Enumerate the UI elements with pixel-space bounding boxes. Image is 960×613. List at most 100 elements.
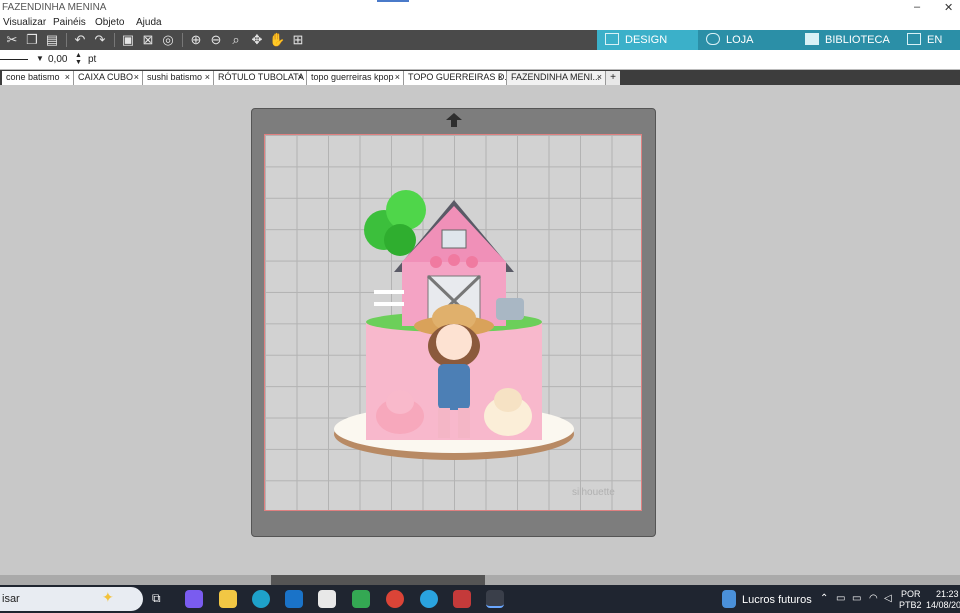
zoom-in-icon[interactable]: ⊕ <box>188 32 204 48</box>
girl-overalls <box>438 364 470 410</box>
girl-boot <box>438 408 450 438</box>
paste-icon[interactable]: ▤ <box>44 32 60 48</box>
tab-store[interactable]: LOJA <box>698 30 797 50</box>
girl-face <box>436 324 472 360</box>
pan-icon[interactable]: ✋ <box>269 32 285 48</box>
store-app-icon[interactable] <box>318 590 336 608</box>
doc-tab[interactable]: topo guerreiras kpop × <box>307 71 404 85</box>
fence-rail <box>374 302 404 306</box>
barn-window <box>441 229 467 249</box>
doc-tab-label: TOPO GUERREIRAS D... <box>408 72 507 82</box>
winrar-icon[interactable] <box>453 590 471 608</box>
property-bar: ▼ 0,00 ▲ ▼ pt <box>0 50 960 70</box>
menu-paineis[interactable]: Painéis <box>53 17 86 28</box>
move-icon[interactable]: ✥ <box>249 32 265 48</box>
tab-library-label: BIBLIOTECA <box>825 34 890 46</box>
file-explorer-icon[interactable] <box>219 590 237 608</box>
library-icon <box>805 33 819 45</box>
menu-visualizar[interactable]: Visualizar <box>3 17 46 28</box>
farm-cake-artwork[interactable] <box>330 180 578 466</box>
keyboard-layout[interactable]: PTB2 <box>899 600 922 610</box>
tab-library[interactable]: BIBLIOTECA <box>797 30 899 50</box>
rose-icon <box>448 254 460 266</box>
clock-time[interactable]: 21:23 <box>936 589 959 599</box>
task-view-icon[interactable]: ⧉ <box>152 591 161 606</box>
ungroup-icon[interactable]: ⊠ <box>140 32 156 48</box>
doc-tab-label: RÓTULO TUBOLATA <box>218 72 305 82</box>
news-widget-icon[interactable] <box>722 590 736 608</box>
tray-chevron-icon[interactable]: ⌃ <box>820 593 828 604</box>
doc-tab[interactable]: CAIXA CUBO × <box>74 71 143 85</box>
girl-boot <box>458 408 470 438</box>
zoom-out-icon[interactable]: ⊖ <box>208 32 224 48</box>
tree-foliage <box>386 190 426 230</box>
rose-icon <box>430 256 442 268</box>
close-tab-icon[interactable]: × <box>205 71 210 84</box>
store-icon <box>706 33 720 45</box>
line-width-unit: pt <box>88 54 97 65</box>
window-title: FAZENDINHA MENINA <box>2 2 107 13</box>
tray-app-icon[interactable]: ▭ <box>836 593 845 604</box>
toolbar-divider <box>182 33 183 47</box>
select-icon[interactable]: ◎ <box>160 32 176 48</box>
language-indicator[interactable]: POR <box>901 589 921 599</box>
close-tab-icon[interactable]: × <box>597 71 602 84</box>
add-tab-button[interactable]: + <box>606 71 620 85</box>
copy-icon[interactable]: ❐ <box>24 32 40 48</box>
doc-tab-label: FAZENDINHA MENI... <box>511 72 601 82</box>
copilot-app-icon[interactable] <box>185 590 203 608</box>
close-tab-icon[interactable]: × <box>65 71 70 84</box>
close-tab-icon[interactable]: × <box>298 71 303 84</box>
line-width-input[interactable]: 0,00 <box>48 54 67 65</box>
watering-can-icon <box>496 298 524 320</box>
undo-icon[interactable]: ↶ <box>72 32 88 48</box>
drive-icon[interactable] <box>352 590 370 608</box>
close-button[interactable]: ✕ <box>944 1 953 14</box>
news-widget-text[interactable]: Lucros futuros <box>742 594 812 606</box>
clock-date[interactable]: 14/08/202 <box>926 600 960 610</box>
chrome-icon[interactable] <box>386 590 404 608</box>
menu-ajuda[interactable]: Ajuda <box>136 17 162 28</box>
line-width-stepper[interactable]: ▲ ▼ <box>75 52 82 66</box>
line-style-preview <box>0 59 28 60</box>
silhouette-watermark: silhouette <box>572 487 615 498</box>
edge-icon[interactable] <box>252 590 270 608</box>
copilot-sparkle-icon[interactable]: ✦ <box>102 589 114 606</box>
tab-send[interactable]: EN <box>899 30 960 50</box>
zoom-fit-icon[interactable]: ⌕ <box>228 32 244 48</box>
scrollbar-thumb[interactable] <box>271 575 485 585</box>
add-page-icon[interactable]: ⊞ <box>290 32 306 48</box>
cut-icon[interactable]: ✂ <box>4 32 20 48</box>
tree-foliage <box>384 224 416 256</box>
menu-objeto[interactable]: Objeto <box>95 17 124 28</box>
rose-icon <box>466 256 478 268</box>
document-tabs: cone batismo × CAIXA CUBO × sushi batismo ×… <box>0 70 960 85</box>
taskbar-search[interactable]: isar <box>0 587 143 611</box>
title-accent <box>377 0 409 2</box>
doc-tab-active[interactable]: FAZENDINHA MENI... × <box>507 71 606 85</box>
tab-design[interactable]: DESIGN <box>597 30 698 50</box>
volume-icon[interactable]: ◁ <box>884 593 892 604</box>
minimize-button[interactable]: – <box>914 1 920 13</box>
outlook-icon[interactable] <box>285 590 303 608</box>
fence-icon <box>374 290 404 294</box>
group-icon[interactable]: ▣ <box>120 32 136 48</box>
doc-tab-label: topo guerreiras kpop <box>311 72 394 82</box>
doc-tab[interactable]: TOPO GUERREIRAS D... × <box>404 71 507 85</box>
close-tab-icon[interactable]: × <box>395 71 400 84</box>
line-style-dropdown[interactable]: ▼ <box>36 54 44 63</box>
tab-design-label: DESIGN <box>625 34 668 46</box>
close-tab-icon[interactable]: × <box>134 71 139 84</box>
silhouette-studio-icon[interactable] <box>486 590 504 608</box>
doc-tab[interactable]: sushi batismo × <box>143 71 214 85</box>
telegram-icon[interactable] <box>420 590 438 608</box>
doc-tab-label: sushi batismo <box>147 72 203 82</box>
doc-tab[interactable]: cone batismo × <box>2 71 74 85</box>
title-bar: FAZENDINHA MENINA – ✕ <box>0 0 960 16</box>
tray-app-icon[interactable]: ▭ <box>852 593 861 604</box>
close-tab-icon[interactable]: × <box>498 71 503 84</box>
doc-tab[interactable]: RÓTULO TUBOLATA × <box>214 71 307 85</box>
horizontal-scrollbar[interactable] <box>0 575 960 585</box>
redo-icon[interactable]: ↷ <box>92 32 108 48</box>
wifi-icon[interactable]: ◠ <box>869 593 878 604</box>
